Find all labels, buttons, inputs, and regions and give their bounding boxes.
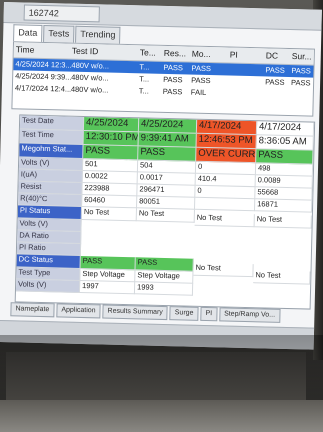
cell-pi-1: No Test bbox=[81, 206, 137, 222]
cell-megohm-4: PASS bbox=[256, 149, 314, 165]
label-dc-volts: Volts (V) bbox=[15, 279, 81, 293]
col-mo[interactable]: Mo... bbox=[192, 49, 222, 60]
app-window: 162742 Data Tests Trending Time Test ID … bbox=[0, 2, 322, 350]
cell-mo: PASS bbox=[191, 63, 211, 74]
cell-dc bbox=[265, 89, 287, 90]
cell-date-3[interactable]: 4/17/2024 bbox=[196, 119, 258, 136]
col-dc[interactable]: DC bbox=[266, 50, 288, 61]
cell-te: T... bbox=[139, 74, 150, 84]
tab-trending[interactable]: Trending bbox=[75, 25, 121, 44]
cell-sur: PASS bbox=[291, 78, 311, 88]
cell-test-id: 480V w/o... bbox=[70, 84, 109, 95]
col-sur[interactable]: Sur... bbox=[292, 51, 314, 62]
cell-megohm-1: PASS bbox=[83, 144, 139, 161]
cell-sur bbox=[291, 90, 313, 91]
cell-megohm-3: OVER CURRE... bbox=[196, 147, 257, 164]
results-grid: Test Date 4/25/2024 4/25/2024 4/17/2024 … bbox=[14, 114, 316, 310]
tab-nameplate[interactable]: Nameplate bbox=[10, 302, 55, 318]
desk-surface bbox=[0, 400, 323, 432]
cell-time: 4/25/2024 12:3... bbox=[15, 59, 72, 70]
cell-time-1: 12:30:10 PM bbox=[83, 130, 139, 147]
cell-sur: PASS bbox=[291, 66, 311, 76]
tab-pi[interactable]: PI bbox=[200, 306, 218, 322]
cell-dc-volts-2: 1993 bbox=[134, 282, 194, 296]
label-megohm-status[interactable]: Megohm Stat... bbox=[19, 143, 84, 159]
label-test-date: Test Date bbox=[19, 115, 85, 131]
col-res[interactable]: Res... bbox=[164, 48, 190, 59]
cell-time-4: 8:36:05 AM bbox=[256, 135, 314, 151]
cell-megohm-2: PASS bbox=[138, 146, 197, 162]
cell-date-4[interactable]: 4/17/2024 bbox=[256, 121, 315, 137]
cell-date-1[interactable]: 4/25/2024 bbox=[83, 116, 140, 133]
tab-data[interactable]: Data bbox=[13, 24, 43, 42]
tab-application[interactable]: Application bbox=[56, 303, 101, 319]
cell-te: T... bbox=[139, 62, 150, 72]
cell-time-2: 9:39:41 AM bbox=[138, 132, 197, 148]
cell-res: PASS bbox=[163, 62, 184, 73]
col-te[interactable]: Te... bbox=[140, 47, 162, 58]
tab-surge[interactable]: Surge bbox=[169, 306, 199, 321]
label-test-time: Test Time bbox=[19, 129, 84, 145]
cell-te: T... bbox=[138, 86, 149, 96]
cell-dc: PASS bbox=[265, 65, 285, 75]
tab-results-summary[interactable]: Results Summary bbox=[102, 304, 168, 321]
tab-step-ramp[interactable]: Step/Ramp Vo... bbox=[218, 307, 281, 323]
cell-mo: FAIL bbox=[190, 87, 207, 97]
cell-test-id: 480V w/o... bbox=[71, 72, 109, 83]
cell-dc-volts-1: 1997 bbox=[79, 280, 136, 295]
cell-mo: PASS bbox=[191, 75, 211, 86]
cell-date-2[interactable]: 4/25/2024 bbox=[138, 118, 198, 134]
cell-time-3: 12:46:53 PM bbox=[196, 133, 257, 150]
col-test-id[interactable]: Test ID bbox=[72, 46, 124, 57]
cell-dc: PASS bbox=[265, 77, 285, 87]
cell-time: 4/17/2024 12:4... bbox=[14, 83, 72, 94]
results-list: Time Test ID Te... Res... Mo... PI DC Su… bbox=[11, 41, 315, 117]
cell-time: 4/25/2024 9:39... bbox=[15, 71, 72, 82]
col-time[interactable]: Time bbox=[16, 44, 72, 55]
col-pi[interactable]: PI bbox=[230, 50, 246, 60]
record-id-field[interactable]: 162742 bbox=[23, 4, 100, 23]
cell-test-id: 480V w/o... bbox=[71, 60, 110, 71]
tab-tests[interactable]: Tests bbox=[43, 24, 75, 43]
cell-res: PASS bbox=[162, 86, 183, 97]
cell-dc-1: PASS bbox=[80, 255, 136, 271]
cell-res: PASS bbox=[163, 74, 183, 85]
